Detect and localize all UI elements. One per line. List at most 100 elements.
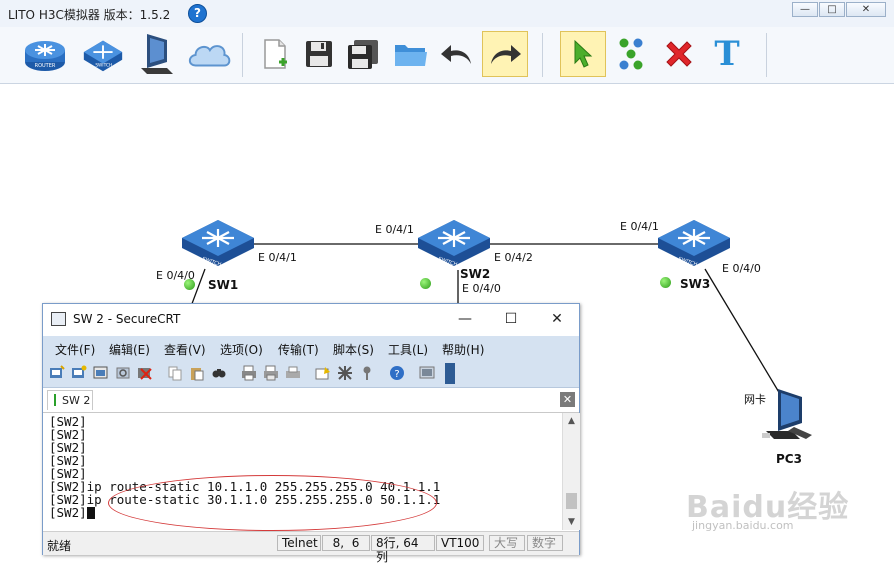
copy-icon[interactable] [167,365,183,381]
router-tool-button[interactable]: ROUTER [22,31,68,77]
connect-link-button[interactable] [608,31,654,77]
print-icon[interactable] [241,365,257,381]
menu-options[interactable]: 选项(O) [220,341,263,358]
open-folder-button[interactable] [388,31,434,77]
menu-transfer[interactable]: 传输(T) [278,341,319,358]
new-file-button[interactable] [252,31,298,77]
printer-setup-icon[interactable] [285,365,301,381]
scroll-down-arrow-icon[interactable]: ▼ [563,514,580,530]
status-protocol: Telnet [277,535,321,551]
securecrt-menubar: 文件(F) 编辑(E) 查看(V) 选项(O) 传输(T) 脚本(S) 工具(L… [43,336,579,360]
sw3-port-e040: E 0/4/0 [722,262,761,275]
session-tab-sw2[interactable]: SW 2 [47,390,93,410]
sw2-switch-icon[interactable]: SWITCH [416,216,492,270]
save-as-icon [348,40,378,69]
securecrt-statusbar: 就绪 Telnet 8, 6 8行, 64列 VT100 大写 数字 [43,531,579,564]
cloud-tool-button[interactable] [186,31,232,77]
pc-tool-button[interactable] [134,31,180,77]
app-titlebar: LITO H3C模拟器 版本：1.5.2 ? — □ ✕ [0,0,894,28]
close-button[interactable]: ✕ [846,2,886,17]
disconnect-icon[interactable] [137,365,153,381]
maximize-button[interactable]: □ [819,2,845,17]
sw3-switch-icon[interactable]: SWITCH [656,216,732,270]
crt-close-button[interactable]: ✕ [547,310,567,328]
reconnect-icon[interactable] [115,365,131,381]
sw2-status-led [420,278,431,289]
securecrt-toolbar: ? [43,360,579,388]
menu-view[interactable]: 查看(V) [164,341,206,358]
keymap-icon[interactable] [359,365,375,381]
text-icon: T [714,34,740,74]
terminal-prompt-line: [SW2] [49,506,95,519]
securecrt-titlebar[interactable]: SW 2 - SecureCRT — ☐ ✕ [43,304,579,336]
status-ready: 就绪 [47,539,72,553]
pc3-nic-label: 网卡 [744,393,766,406]
toolbar-separator [242,33,243,77]
status-rows-cols: 8行, 64列 [371,535,435,564]
delete-button[interactable] [656,31,702,77]
session-connected-indicator [54,394,56,406]
help-icon[interactable]: ? [188,4,207,23]
global-options-icon[interactable] [337,365,353,381]
redo-button[interactable] [482,31,528,77]
print-selection-icon[interactable] [263,365,279,381]
securecrt-app-icon [51,312,66,326]
crt-minimize-button[interactable]: — [455,310,475,328]
folder-icon [395,45,427,66]
cloud-icon [188,45,231,67]
terminal-prompt: [SW2] [49,505,87,520]
menu-file[interactable]: 文件(F) [55,341,95,358]
connect-icon[interactable] [49,365,65,381]
menu-edit[interactable]: 编辑(E) [109,341,150,358]
switch-tool-button[interactable]: SWITCH [80,31,126,77]
securecrt-tabbar: SW 2 ✕ [43,388,579,413]
securecrt-title: SW 2 - SecureCRT [73,312,181,326]
new-file-icon [264,39,287,69]
screenshot-icon[interactable] [419,365,435,381]
undo-button[interactable] [434,31,480,77]
menu-script[interactable]: 脚本(S) [333,341,374,358]
router-icon: ROUTER [25,41,65,71]
connect-in-tab-icon[interactable] [93,365,109,381]
sw2-port-e040: E 0/4/0 [462,282,501,295]
save-icon [306,41,332,67]
menu-tools[interactable]: 工具(L) [388,341,428,358]
pc3-label: PC3 [776,452,802,466]
help-topics-icon[interactable]: ? [389,365,405,381]
crt-maximize-button[interactable]: ☐ [501,310,521,328]
sw2-port-e041: E 0/4/1 [375,223,414,236]
sw2-port-e042: E 0/4/2 [494,251,533,264]
sw1-switch-icon[interactable]: SWITCH [180,216,256,270]
app-title: LITO H3C模拟器 版本：1.5.2 [8,8,171,22]
scroll-up-arrow-icon[interactable]: ▲ [563,413,580,429]
svg-text:?: ? [394,369,399,380]
delete-icon [666,41,692,67]
scrollbar-thumb[interactable] [566,493,577,509]
session-options-icon[interactable] [315,365,331,381]
terminal-cursor [86,507,95,519]
quick-connect-icon[interactable] [71,365,87,381]
text-tool-button[interactable]: T [704,31,750,77]
status-cursor-position: 8, 6 [322,535,370,551]
sw1-port-e041: E 0/4/1 [258,251,297,264]
toolbar-separator [542,33,543,77]
sw3-status-led [660,277,671,288]
save-as-button[interactable] [340,31,386,77]
status-caps-lock: 大写 [489,535,525,551]
sw3-label: SW3 [680,277,711,291]
link-icon [619,38,643,70]
status-num-lock: 数字 [527,535,563,551]
undo-icon [441,45,471,64]
save-button[interactable] [296,31,342,77]
watermark-url: jingyan.baidu.com [692,519,794,532]
paste-icon[interactable] [189,365,205,381]
select-pointer-button[interactable] [560,31,606,77]
minimize-button[interactable]: — [792,2,818,17]
close-tab-icon[interactable]: ✕ [560,392,575,407]
toolbar-separator [766,33,767,77]
find-icon[interactable] [211,365,227,381]
pc3-computer-icon[interactable] [760,387,816,445]
menu-help[interactable]: 帮助(H) [442,341,484,358]
toolbar-overflow-chevron[interactable] [445,363,455,384]
terminal-scrollbar[interactable]: ▲ ▼ [562,413,580,530]
